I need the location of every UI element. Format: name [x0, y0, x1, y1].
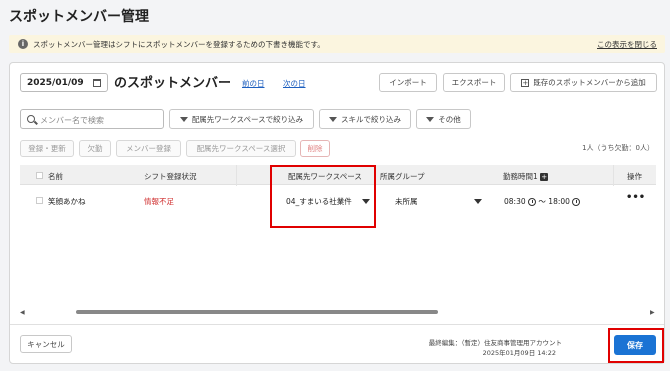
add-work-time-icon[interactable]: + [540, 173, 549, 181]
group-select[interactable]: 未所属 [395, 196, 482, 207]
scroll-left-icon[interactable]: ◀ [20, 309, 25, 316]
info-icon: i [18, 39, 28, 49]
scroll-right-icon[interactable]: ▶ [650, 309, 655, 316]
delete-button[interactable]: 削除 [300, 140, 330, 157]
search-icon [27, 115, 35, 123]
end-time: 18:00 [548, 197, 570, 206]
date-picker[interactable]: 2025/01/09 [20, 73, 108, 92]
filter-icon [329, 116, 337, 122]
horizontal-scrollbar[interactable] [76, 310, 438, 314]
more-options-icon[interactable]: ••• [626, 192, 645, 203]
info-banner: i スポットメンバー管理はシフトにスポットメンバーを登録するための下書き機能です… [9, 35, 665, 53]
add-existing-button[interactable]: + 既存のスポットメンバーから追加 [510, 73, 657, 92]
select-all-checkbox[interactable] [36, 172, 43, 179]
add-box-icon: + [521, 78, 530, 87]
calendar-icon [93, 79, 101, 87]
footer-divider [10, 324, 664, 325]
member-search-input[interactable]: メンバー名で検索 [20, 109, 164, 129]
filter-other-button[interactable]: その他 [416, 109, 471, 129]
workspace-select-button[interactable]: 配属先ワークスペース選択 [186, 140, 296, 157]
work-time-range[interactable]: 08:30 〜 18:00 [504, 196, 581, 207]
row-checkbox[interactable] [36, 197, 43, 204]
last-edit-time: 2025年01月09日 14:22 [482, 349, 556, 357]
date-value: 2025/01/09 [27, 78, 84, 88]
last-edit-label: 最終編集：（暫定）住友商事管理用アカウント [428, 339, 562, 347]
absence-button[interactable]: 欠勤 [79, 140, 111, 157]
member-register-button[interactable]: メンバー登録 [116, 140, 181, 157]
import-button[interactable]: インポート [379, 73, 437, 92]
register-update-button[interactable]: 登録・更新 [20, 140, 74, 157]
highlight-box [270, 165, 376, 228]
member-count: 1人（うち欠勤：0人） [582, 144, 654, 152]
next-day-link[interactable]: 次の日 [283, 78, 306, 89]
members-heading: のスポットメンバー [114, 76, 232, 91]
export-button[interactable]: エクスポート [443, 73, 505, 92]
start-time: 08:30 [504, 197, 526, 206]
filter-icon [179, 116, 188, 122]
highlight-box [608, 328, 664, 363]
time-separator: 〜 [538, 197, 546, 206]
header-work-time: 勤務時間1 + [503, 172, 549, 181]
filter-skill-button[interactable]: スキルで絞り込み [319, 109, 411, 129]
header-shift-status: シフト登録状況 [144, 172, 197, 181]
chevron-down-icon [473, 199, 482, 204]
page-title: スポットメンバー管理 [9, 9, 149, 25]
search-placeholder: メンバー名で検索 [40, 116, 104, 125]
info-banner-text: スポットメンバー管理はシフトにスポットメンバーを登録するための下書き機能です。 [33, 40, 325, 49]
hide-banner-link[interactable]: この表示を閉じる [597, 39, 657, 50]
prev-day-link[interactable]: 前の日 [242, 78, 265, 89]
filter-workspace-button[interactable]: 配属先ワークスペースで絞り込み [169, 109, 314, 129]
cancel-button[interactable]: キャンセル [20, 335, 72, 353]
clock-icon [572, 198, 581, 206]
header-ops: 操作 [627, 172, 642, 181]
shift-status-warning: 情報不足 [144, 197, 174, 206]
header-name: 名前 [48, 172, 63, 181]
filter-icon [426, 116, 435, 122]
member-name: 笑顔あかね [48, 197, 86, 206]
header-group: 所属グループ [380, 172, 425, 181]
clock-icon [528, 198, 537, 206]
